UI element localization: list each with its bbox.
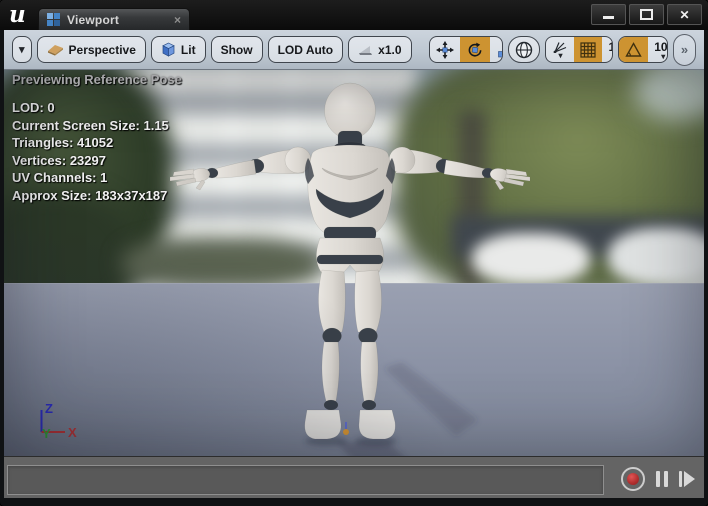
chevrons-right-icon: »	[681, 42, 688, 57]
surface-snap-button[interactable]: ▾	[546, 37, 574, 62]
minimize-button[interactable]	[591, 4, 626, 25]
angle-snap-icon	[625, 42, 642, 58]
tab-viewport[interactable]: Viewport ×	[38, 8, 190, 30]
minimize-icon	[603, 16, 614, 19]
camera-speed-label: x1.0	[378, 43, 401, 57]
rotation-snap-value-dropdown[interactable]: 10° ▾	[648, 37, 668, 62]
transport-controls	[621, 465, 695, 493]
step-forward-button[interactable]	[679, 471, 695, 487]
mannequin-figure	[4, 70, 704, 456]
lit-mode-button[interactable]: Lit	[151, 36, 206, 63]
globe-icon	[515, 41, 533, 59]
scale-tool-button[interactable]	[490, 37, 504, 62]
tab-label: Viewport	[67, 13, 167, 27]
translate-icon	[436, 41, 454, 59]
tab-close-icon[interactable]: ×	[174, 13, 181, 27]
lod-auto-button[interactable]: LOD Auto	[268, 36, 344, 63]
chevron-down-icon: ▾	[19, 47, 25, 53]
world-coordinate-button[interactable]	[508, 36, 540, 63]
chevron-down-icon: ▾	[558, 53, 562, 59]
translate-tool-button[interactable]	[430, 37, 460, 62]
grid-snap-group: ▾ 10 ▾	[545, 36, 613, 63]
grid-snap-value-dropdown[interactable]: 10 ▾	[602, 37, 613, 62]
rotate-tool-button[interactable]	[460, 37, 490, 62]
origin-marker	[343, 422, 349, 435]
camera-speed-icon	[358, 44, 373, 56]
close-button[interactable]: ✕	[667, 4, 702, 25]
toolbar-overflow-button[interactable]: »	[673, 34, 696, 66]
camera-speed-button[interactable]: x1.0	[348, 36, 411, 63]
show-label: Show	[221, 43, 253, 57]
maximize-button[interactable]	[629, 4, 664, 25]
rotate-icon	[466, 41, 484, 59]
grid-icon	[580, 42, 596, 58]
lit-cube-icon	[161, 42, 176, 57]
close-icon: ✕	[679, 9, 689, 21]
title-bar[interactable]: u Viewport × ✕	[0, 0, 708, 30]
chevron-down-icon: ▾	[661, 54, 665, 60]
transform-tools-group	[429, 36, 504, 63]
pause-icon	[656, 471, 660, 487]
show-menu-button[interactable]: Show	[211, 36, 263, 63]
grid-snap-value: 10	[608, 40, 613, 54]
lod-label: LOD Auto	[278, 43, 334, 57]
viewport-3d-area[interactable]: Previewing Reference Pose LOD: 0 Current…	[4, 70, 704, 456]
viewport-options-dropdown[interactable]: ▾	[12, 36, 32, 63]
rotation-snap-toggle[interactable]	[619, 37, 648, 62]
perspective-icon	[47, 43, 64, 56]
animation-bar	[4, 456, 704, 498]
perspective-label: Perspective	[69, 43, 136, 57]
timeline-scrubber[interactable]	[7, 465, 604, 495]
scale-icon	[496, 41, 504, 59]
lit-label: Lit	[181, 43, 196, 57]
unreal-viewport-window: u Viewport × ✕ ▾ Perspective	[0, 0, 708, 506]
window-controls: ✕	[591, 4, 702, 25]
unreal-engine-logo-icon: u	[9, 0, 26, 30]
viewport-tab-icon	[47, 13, 60, 26]
rotation-snap-group: 10° ▾	[618, 36, 668, 63]
step-forward-icon	[679, 471, 682, 487]
record-button[interactable]	[621, 467, 645, 491]
record-icon	[627, 473, 639, 485]
pause-button[interactable]	[656, 471, 668, 487]
perspective-button[interactable]: Perspective	[37, 36, 146, 63]
play-triangle-icon	[684, 471, 695, 487]
grid-snap-toggle[interactable]	[574, 37, 602, 62]
viewport-toolbar: ▾ Perspective Lit Show LOD Auto	[4, 30, 704, 70]
maximize-icon	[640, 9, 653, 20]
pause-icon	[664, 471, 668, 487]
